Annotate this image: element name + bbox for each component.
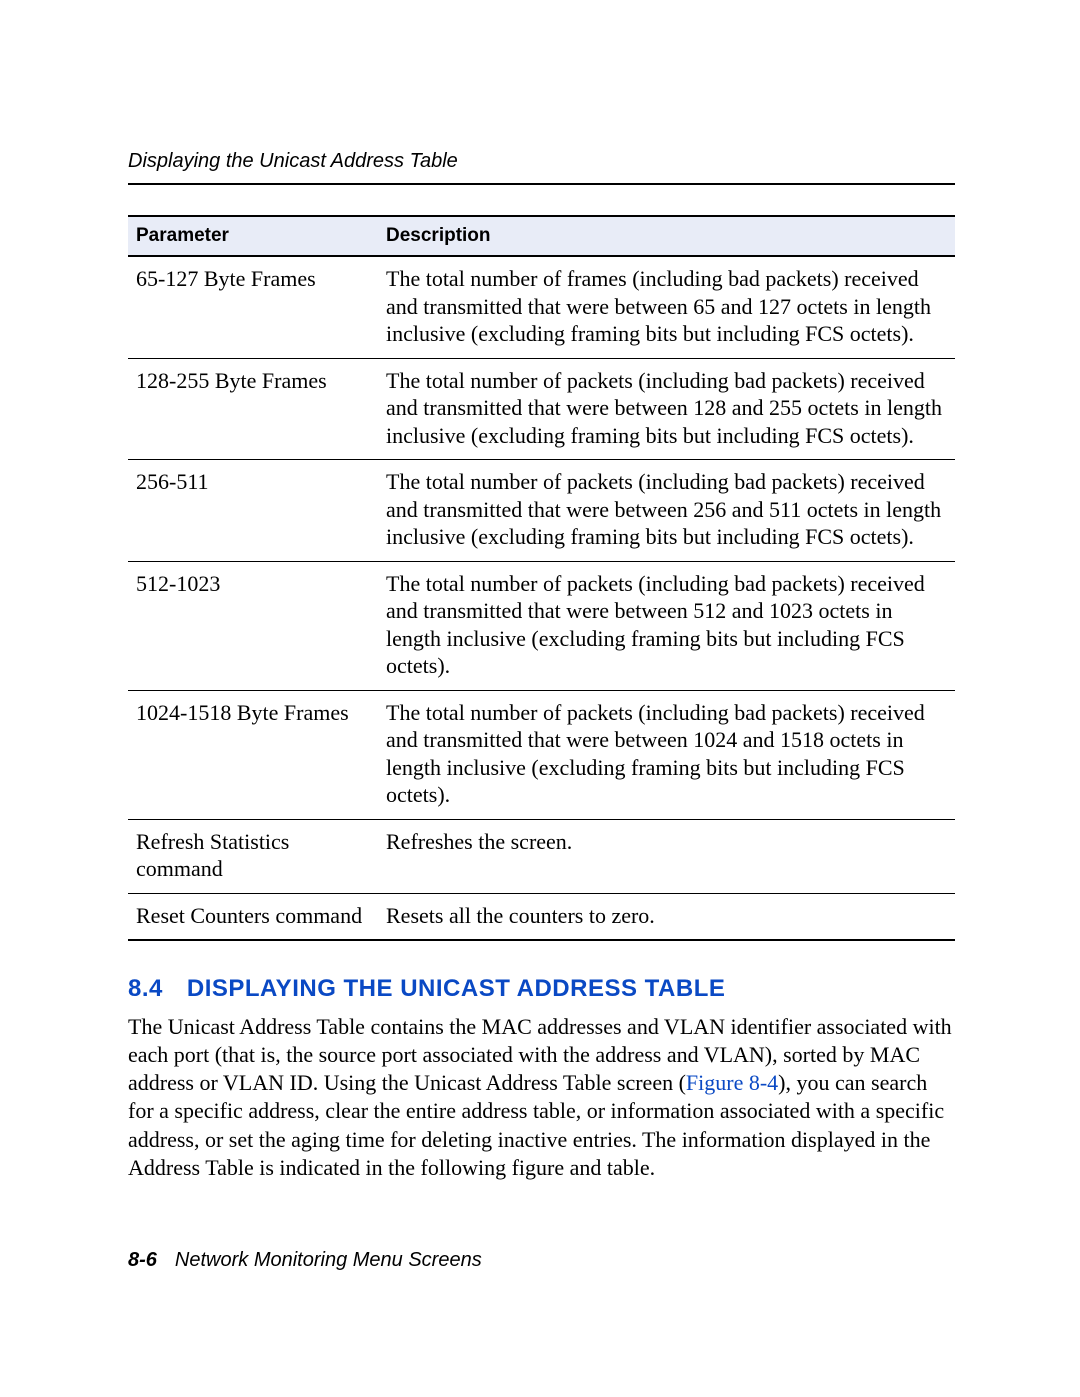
cell-parameter: 1024-1518 Byte Frames	[128, 690, 378, 819]
section-body: The Unicast Address Table contains the M…	[128, 1013, 955, 1182]
cell-description: The total number of packets (including b…	[378, 561, 955, 690]
cell-parameter: 65-127 Byte Frames	[128, 256, 378, 358]
page-number: 8-6	[128, 1249, 157, 1271]
section-heading: 8.4 DISPLAYING THE UNICAST ADDRESS TABLE	[128, 975, 955, 1003]
table-row: Refresh Statistics command Refreshes the…	[128, 819, 955, 893]
table-row: 1024-1518 Byte Frames The total number o…	[128, 690, 955, 819]
cell-parameter: 512-1023	[128, 561, 378, 690]
cell-parameter: 256-511	[128, 460, 378, 562]
cell-parameter: Refresh Statistics command	[128, 819, 378, 893]
table-row: 65-127 Byte Frames The total number of f…	[128, 256, 955, 358]
table-header-row: Parameter Description	[128, 216, 955, 256]
table-row: 256-511 The total number of packets (inc…	[128, 460, 955, 562]
section: 8.4DISPLAYING THE UNICAST ADDRESS TABLE …	[128, 975, 955, 1182]
section-number: 8.4	[128, 975, 163, 1002]
cell-description: The total number of packets (including b…	[378, 460, 955, 562]
page: Displaying the Unicast Address Table Par…	[0, 0, 1080, 1397]
cell-parameter: Reset Counters command	[128, 893, 378, 940]
page-footer: 8-6 Network Monitoring Menu Screens	[128, 1249, 482, 1272]
footer-title: Network Monitoring Menu Screens	[175, 1249, 482, 1271]
section-title: DISPLAYING THE UNICAST ADDRESS TABLE	[187, 975, 726, 1002]
parameter-table: Parameter Description 65-127 Byte Frames…	[128, 215, 955, 941]
cell-parameter: 128-255 Byte Frames	[128, 358, 378, 460]
col-header-description: Description	[378, 216, 955, 256]
running-head: Displaying the Unicast Address Table	[128, 150, 955, 173]
table-row: 128-255 Byte Frames The total number of …	[128, 358, 955, 460]
cell-description: The total number of packets (including b…	[378, 690, 955, 819]
cell-description: Resets all the counters to zero.	[378, 893, 955, 940]
head-rule	[128, 183, 955, 185]
col-header-parameter: Parameter	[128, 216, 378, 256]
cell-description: The total number of frames (including ba…	[378, 256, 955, 358]
figure-reference-link[interactable]: Figure 8-4	[686, 1070, 778, 1095]
cell-description: The total number of packets (including b…	[378, 358, 955, 460]
cell-description: Refreshes the screen.	[378, 819, 955, 893]
table-row: Reset Counters command Resets all the co…	[128, 893, 955, 940]
table-row: 512-1023 The total number of packets (in…	[128, 561, 955, 690]
